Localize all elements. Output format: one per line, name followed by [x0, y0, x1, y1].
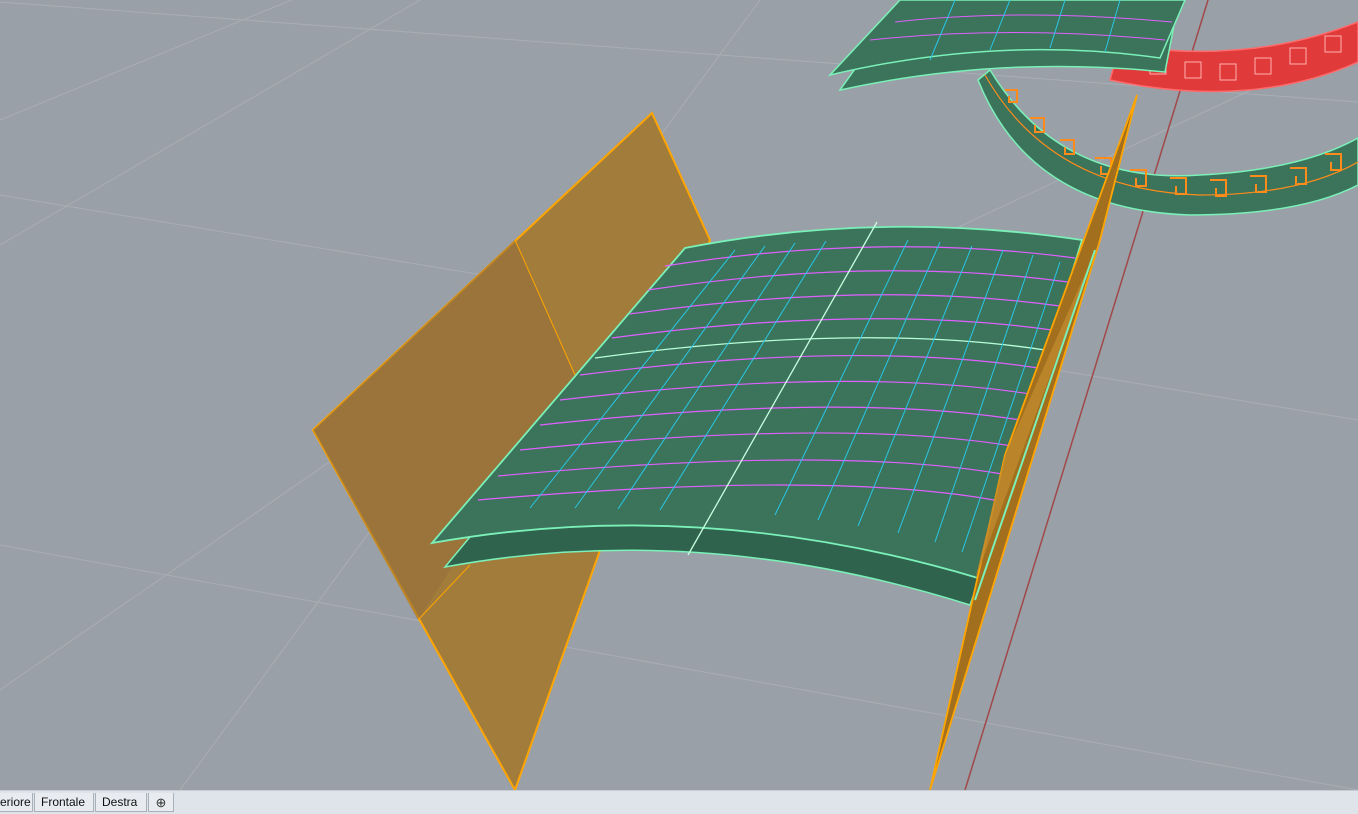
tab-superiore[interactable]: eriore [0, 793, 33, 812]
viewport-canvas[interactable] [0, 0, 1358, 790]
viewport-tab-bar: eriore Frontale Destra ⊕ [0, 790, 1358, 814]
add-viewport-button[interactable]: ⊕ [148, 793, 174, 812]
tab-frontale[interactable]: Frontale [34, 793, 94, 812]
plus-icon: ⊕ [155, 795, 167, 810]
3d-viewport[interactable] [0, 0, 1358, 790]
tab-destra[interactable]: Destra [95, 793, 147, 812]
